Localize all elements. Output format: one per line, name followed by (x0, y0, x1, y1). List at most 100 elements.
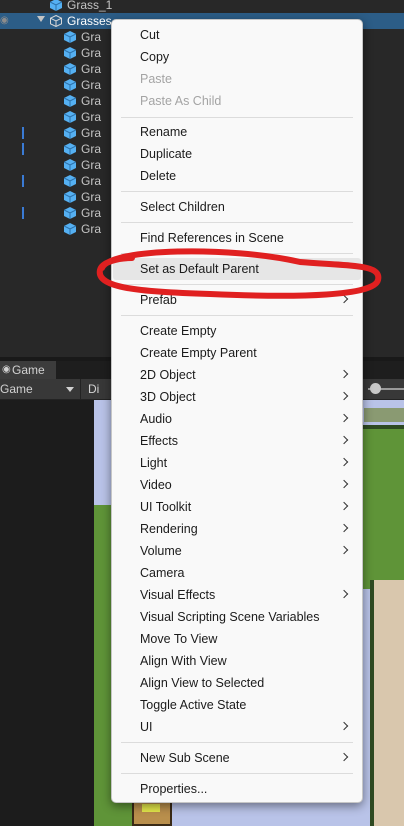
menu-item-light[interactable]: Light (113, 452, 361, 474)
chevron-right-icon (339, 501, 349, 511)
menu-item-prefab[interactable]: Prefab (113, 289, 361, 311)
chevron-down-icon (66, 387, 74, 392)
menu-item-audio[interactable]: Audio (113, 408, 361, 430)
menu-item-3d-object[interactable]: 3D Object (113, 386, 361, 408)
menu-item-label: Delete (140, 169, 177, 183)
display-number-dropdown[interactable]: Di (88, 382, 99, 396)
display-dropdown-value: Game (0, 382, 33, 396)
hierarchy-item-label: Grass_1 (67, 0, 113, 12)
menu-item-label: Create Empty (140, 324, 217, 338)
scene-platform (364, 408, 404, 422)
menu-item-label: Prefab (140, 293, 177, 307)
chevron-right-icon (339, 545, 349, 555)
menu-item-label: Paste (140, 72, 172, 86)
gameobject-cube-icon (64, 143, 76, 155)
menu-item-create-empty[interactable]: Create Empty (113, 320, 361, 342)
menu-item-duplicate[interactable]: Duplicate (113, 143, 361, 165)
menu-item-label: Visual Effects (140, 588, 216, 602)
menu-item-label: Rendering (140, 522, 198, 536)
menu-item-label: 2D Object (140, 368, 196, 382)
menu-item-find-references[interactable]: Find References in Scene (113, 227, 361, 249)
gameobject-cube-icon (64, 127, 76, 139)
menu-item-align-with-view[interactable]: Align With View (113, 650, 361, 672)
hierarchy-row[interactable]: Grass_1 (0, 0, 404, 13)
menu-item-label: Paste As Child (140, 94, 222, 108)
menu-separator (121, 222, 353, 223)
menu-item-move-to-view[interactable]: Move To View (113, 628, 361, 650)
chevron-right-icon (339, 413, 349, 423)
menu-item-delete[interactable]: Delete (113, 165, 361, 187)
hierarchy-item-label: Gra (81, 222, 102, 236)
visibility-marker (22, 127, 24, 139)
hierarchy-item-label: Gra (81, 206, 102, 220)
expand-arrow-icon[interactable] (37, 16, 45, 22)
gameobject-cube-icon (64, 47, 76, 59)
chevron-right-icon (339, 752, 349, 762)
scene-dirt-column (370, 580, 404, 826)
menu-item-align-view-to-selected[interactable]: Align View to Selected (113, 672, 361, 694)
menu-item-cut[interactable]: Cut (113, 24, 361, 46)
chevron-right-icon (339, 369, 349, 379)
gameobject-cube-icon (64, 159, 76, 171)
chevron-right-icon (339, 457, 349, 467)
menu-item-effects[interactable]: Effects (113, 430, 361, 452)
menu-item-toggle-active-state[interactable]: Toggle Active State (113, 694, 361, 716)
menu-item-label: Volume (140, 544, 182, 558)
menu-separator (121, 191, 353, 192)
menu-item-ui[interactable]: UI (113, 716, 361, 738)
menu-item-copy[interactable]: Copy (113, 46, 361, 68)
menu-item-properties[interactable]: Properties... (113, 778, 361, 800)
gamepad-icon: ◉ (2, 364, 11, 375)
menu-item-label: Create Empty Parent (140, 346, 257, 360)
menu-separator (121, 742, 353, 743)
hierarchy-item-label: Gra (81, 110, 102, 124)
hierarchy-item-label: Gra (81, 78, 102, 92)
menu-item-label: Cut (140, 28, 160, 42)
hierarchy-item-label: Gra (81, 174, 102, 188)
menu-item-label: UI (140, 720, 153, 734)
menu-item-label: Video (140, 478, 172, 492)
chevron-right-icon (339, 523, 349, 533)
menu-item-select-children[interactable]: Select Children (113, 196, 361, 218)
menu-item-set-default-parent[interactable]: Set as Default Parent (113, 258, 361, 280)
menu-separator (121, 315, 353, 316)
menu-item-create-empty-parent[interactable]: Create Empty Parent (113, 342, 361, 364)
menu-item-volume[interactable]: Volume (113, 540, 361, 562)
menu-item-label: Align With View (140, 654, 227, 668)
menu-separator (121, 773, 353, 774)
menu-item-ui-toolkit[interactable]: UI Toolkit (113, 496, 361, 518)
gameobject-cube-icon (64, 31, 76, 43)
menu-item-video[interactable]: Video (113, 474, 361, 496)
menu-item-rename[interactable]: Rename (113, 121, 361, 143)
menu-item-label: Select Children (140, 200, 225, 214)
scale-slider-handle[interactable] (370, 383, 381, 394)
menu-item-label: UI Toolkit (140, 500, 192, 514)
hierarchy-item-label: Gra (81, 126, 102, 140)
gameobject-cube-icon (64, 191, 76, 203)
menu-item-label: Camera (140, 566, 185, 580)
menu-item-label: Light (140, 456, 168, 470)
visibility-marker (22, 207, 24, 219)
tab-game[interactable]: ◉ Game (0, 361, 56, 379)
menu-separator (121, 284, 353, 285)
menu-item-new-sub-scene[interactable]: New Sub Scene (113, 747, 361, 769)
display-dropdown[interactable]: Game (0, 379, 81, 399)
hierarchy-item-label: Gra (81, 46, 102, 60)
menu-item-rendering[interactable]: Rendering (113, 518, 361, 540)
chevron-right-icon (339, 479, 349, 489)
menu-item-visual-effects[interactable]: Visual Effects (113, 584, 361, 606)
game-view-letterbox (0, 400, 94, 826)
gameobject-cube-icon (64, 207, 76, 219)
chevron-right-icon (339, 294, 349, 304)
visibility-marker (22, 175, 24, 187)
menu-item-paste-as-child: Paste As Child (113, 90, 361, 112)
menu-item-label: Find References in Scene (140, 231, 284, 245)
hierarchy-item-label: Gra (81, 190, 102, 204)
tab-game-label: Game (12, 363, 45, 377)
menu-item-visual-scripting-variables[interactable]: Visual Scripting Scene Variables (113, 606, 361, 628)
menu-item-camera[interactable]: Camera (113, 562, 361, 584)
menu-item-2d-object[interactable]: 2D Object (113, 364, 361, 386)
menu-item-label: Effects (140, 434, 178, 448)
menu-item-label: Copy (140, 50, 170, 64)
visibility-icon[interactable]: ◉ (0, 15, 9, 26)
